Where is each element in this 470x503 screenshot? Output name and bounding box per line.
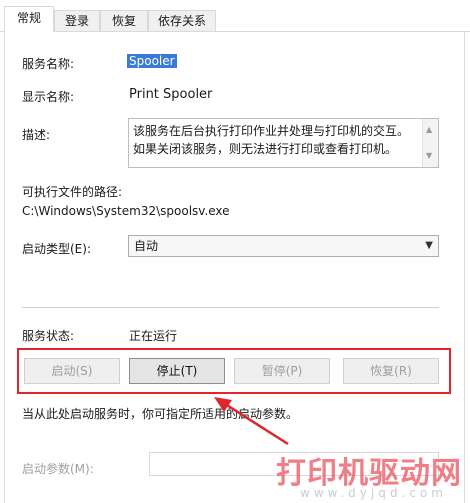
- watermark-url: www.dyjqd.com: [300, 486, 447, 500]
- service-name-label: 服务名称:: [22, 57, 75, 71]
- start-params-hint: 当从此处启动服务时，你可指定所适用的启动参数。: [22, 407, 299, 421]
- exe-path-label: 可执行文件的路径:: [22, 185, 123, 199]
- service-status-label: 服务状态:: [22, 329, 75, 343]
- scroll-up-icon[interactable]: ▲: [426, 121, 432, 139]
- service-name-value[interactable]: Spooler: [127, 54, 177, 68]
- buttons-highlight-box: [17, 348, 451, 394]
- divider: [22, 307, 439, 308]
- service-name-selection[interactable]: Spooler: [127, 54, 177, 68]
- description-scrollbar[interactable]: ▲ ▼: [422, 119, 438, 167]
- tab-general[interactable]: 常规: [4, 6, 54, 32]
- tab-strip: 常规 登录 恢复 依存关系: [0, 0, 470, 32]
- exe-path-value[interactable]: C:\Windows\System32\spoolsv.exe: [22, 204, 230, 218]
- tab-recovery[interactable]: 恢复: [100, 10, 148, 31]
- tab-logon[interactable]: 登录: [54, 10, 100, 31]
- display-name-label: 显示名称:: [22, 90, 75, 104]
- display-name-value[interactable]: Print Spooler: [129, 87, 212, 102]
- chevron-down-icon[interactable]: ▼: [425, 236, 433, 256]
- description-textbox[interactable]: 该服务在后台执行打印作业并处理与打印机的交互。如果关闭该服务，则无法进行打印或查…: [128, 118, 439, 168]
- tab-dependencies[interactable]: 依存关系: [148, 10, 216, 31]
- description-label: 描述:: [22, 128, 51, 142]
- startup-type-select[interactable]: 自动 ▼: [128, 235, 439, 257]
- service-status-value: 正在运行: [129, 329, 178, 343]
- description-text: 该服务在后台执行打印作业并处理与打印机的交互。如果关闭该服务，则无法进行打印或查…: [133, 124, 410, 156]
- start-params-label: 启动参数(M):: [22, 462, 94, 476]
- startup-type-label: 启动类型(E):: [22, 242, 91, 256]
- scroll-down-icon[interactable]: ▼: [426, 147, 432, 165]
- startup-type-value: 自动: [134, 239, 159, 253]
